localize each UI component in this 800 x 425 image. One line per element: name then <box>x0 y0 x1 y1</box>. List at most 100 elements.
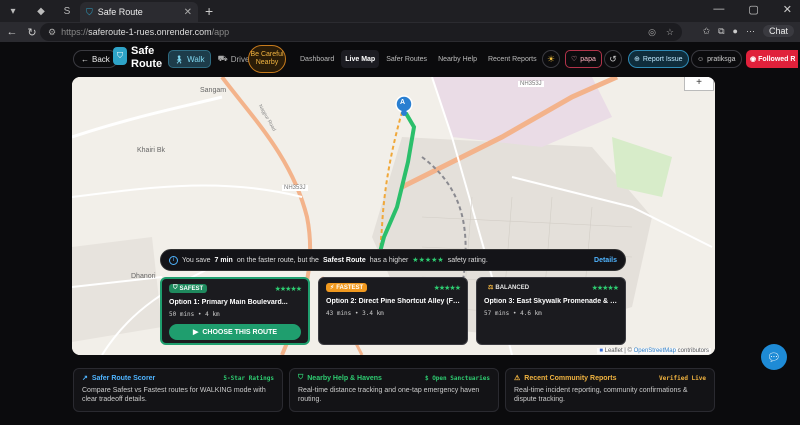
attribution-suffix: contributors <box>675 348 709 354</box>
url-scheme: https:// <box>61 27 89 37</box>
tab-title: Safe Route <box>97 7 143 17</box>
feature-title: Safer Route Scorer <box>91 374 156 382</box>
walk-icon: 🚶︎ <box>174 54 185 64</box>
arrow-left-icon: ← <box>81 54 89 64</box>
pinned-tab-icon[interactable]: ◆ <box>32 2 50 20</box>
map-marker-a[interactable]: A <box>400 99 405 106</box>
shield-logo-icon: ⛉ <box>113 47 127 65</box>
info-pre: You save <box>182 256 211 264</box>
info-icon: i <box>169 255 178 265</box>
balanced-badge: ⚖ BALANCED <box>484 283 533 292</box>
leaflet-flag-icon: ■ <box>599 348 603 354</box>
brand-line1: Safe <box>131 45 155 57</box>
map-label-nh353j-mid: NH353J <box>282 185 308 191</box>
bolt-icon: ⚡︎ <box>330 285 335 291</box>
safest-badge: ⛉ SAFEST <box>169 284 208 293</box>
route-meta: 43 mins • 3.4 km <box>326 310 384 317</box>
map-label-nh353j-top: NH353J <box>518 81 544 87</box>
shield-check-icon: ⛉ <box>173 285 178 291</box>
history-icon[interactable]: ↺ <box>604 50 622 68</box>
active-browser-tab[interactable]: ⛉ Safe Route ✕ <box>80 2 198 22</box>
app-header: ← Back ⛉ Safe Route 🚶︎ Walk ⛟ Drive Be Caref… <box>0 42 800 76</box>
be-careful-nearby-button[interactable]: Be Careful Nearby <box>248 45 286 73</box>
tab-nearby-help[interactable]: Nearby Help <box>434 50 481 68</box>
feature-tag: 5-Star Ratings <box>223 374 274 382</box>
minimize-icon[interactable]: — <box>713 3 724 16</box>
tab-list-icon[interactable]: ▾ <box>4 2 22 20</box>
route-card-balanced[interactable]: ⚖ BALANCED ★★★★★ Option 3: East Skywalk P… <box>476 277 626 345</box>
info-mid: on the faster route, but the <box>236 256 319 264</box>
route-card-safest[interactable]: ⛉ SAFEST ★★★★★ Option 1: Primary Main Bou… <box>160 277 310 345</box>
feature-tag: Verified Live <box>659 374 706 382</box>
url-host: saferoute-1-rues.onrender.com <box>88 27 212 37</box>
extensions-icon[interactable]: ⧉ <box>718 26 724 37</box>
back-label: Back <box>92 54 110 64</box>
heart-icon: ♡ <box>571 56 578 63</box>
mode-walk-label: Walk <box>187 54 205 64</box>
mode-walk-button[interactable]: 🚶︎ Walk <box>168 50 211 68</box>
rating-stars: ★★★★★ <box>591 284 619 292</box>
tab-safer-routes[interactable]: Safer Routes <box>382 50 431 68</box>
feature-desc: Real-time distance tracking and one-tap … <box>298 387 480 403</box>
reload-icon[interactable]: ↻ <box>24 26 40 39</box>
fastest-badge: ⚡︎ FASTEST <box>326 283 368 292</box>
feature-desc: Real-time incident reporting, community … <box>514 387 688 403</box>
feature-nearby-help: ⛉ Nearby Help & Havens $ Open Sanctuaries … <box>289 368 499 412</box>
feature-safer-route-scorer: ↗ Safer Route Scorer 5-Star Ratings Compar… <box>73 368 283 412</box>
report-issue-button[interactable]: ⊕ Report Issue <box>628 50 689 68</box>
maximize-icon[interactable]: ▢ <box>748 3 758 16</box>
star-icon[interactable]: ☆ <box>666 27 674 38</box>
badge-label: FASTEST <box>336 284 364 291</box>
copilot-chat-button[interactable]: Chat <box>762 25 794 37</box>
zoom-in-button[interactable]: + <box>684 77 714 91</box>
user-menu-button[interactable]: ☺ pratiksga <box>691 50 742 68</box>
mode-drive-label: Drive <box>230 54 250 64</box>
tab-dashboard[interactable]: Dashboard <box>296 50 338 68</box>
tab-live-map[interactable]: Live Map <box>341 50 380 68</box>
tab-recent-reports[interactable]: Recent Reports <box>484 50 541 68</box>
theme-toggle-sun-icon[interactable]: ☀ <box>542 50 560 68</box>
route-icon: ↗ <box>82 375 88 382</box>
menu-dots-icon[interactable]: ⋯ <box>746 26 755 37</box>
route-card-fastest[interactable]: ⚡︎ FASTEST ★★★★★ Option 2: Direct Pine Sh… <box>318 277 468 345</box>
close-window-icon[interactable]: ✕ <box>783 3 792 16</box>
feature-tag: $ Open Sanctuaries <box>424 374 490 382</box>
followed-button[interactable]: ◉ Followed R <box>746 50 798 68</box>
feature-title: Nearby Help & Havens <box>307 374 382 382</box>
choose-route-button[interactable]: ▶ CHOOSE THIS ROUTE <box>169 324 301 340</box>
favorites-icon[interactable]: ✩ <box>703 26 711 37</box>
live-map[interactable]: Sangam Khairi Bk Dhanori NH353J NH353J N… <box>72 77 715 355</box>
details-link[interactable]: Details <box>594 257 617 264</box>
chat-label: Chat <box>768 26 788 36</box>
chat-bubble-icon[interactable]: 💬︎ <box>761 344 787 370</box>
brand-line2: Route <box>131 58 163 70</box>
map-label-dhanori: Dhanori <box>131 273 156 280</box>
map-label-sangam: Sangam <box>200 87 227 94</box>
route-comparison-banner: i You save 7 min on the faster route, bu… <box>160 249 626 271</box>
info-minutes: 7 min <box>214 256 233 264</box>
pinned-tab-icon-2[interactable]: S <box>58 2 76 20</box>
rating-stars: ★★★★★ <box>274 285 302 293</box>
back-button[interactable]: ← Back <box>73 50 118 68</box>
osm-link[interactable]: OpenStreetMap <box>634 348 676 354</box>
shield-icon: ⛉ <box>86 6 93 17</box>
new-tab-icon[interactable]: + <box>205 3 213 19</box>
location-icon[interactable]: ◎ <box>648 27 656 38</box>
close-tab-icon[interactable]: ✕ <box>184 7 192 18</box>
feature-title: Recent Community Reports <box>524 374 617 382</box>
choose-label: CHOOSE THIS ROUTE <box>202 328 278 336</box>
travel-mode-toggle: 🚶︎ Walk ⛟ Drive <box>168 50 254 68</box>
feature-desc: Compare Safest vs Fastest routes for WAL… <box>82 387 266 403</box>
emergency-contact-button[interactable]: ♡ papa <box>565 50 602 68</box>
profile-icon[interactable]: ● <box>733 26 738 36</box>
badge-label: BALANCED <box>495 284 530 291</box>
location-pin-icon: ◉ <box>750 56 757 63</box>
tune-icon: ⚙ <box>48 26 57 37</box>
route-title: Option 3: East Skywalk Promenade & Polic… <box>484 298 618 305</box>
back-arrow-icon[interactable]: ← <box>4 26 20 38</box>
address-bar[interactable]: ⚙ https:// saferoute-1-rues.onrender.com… <box>40 23 682 41</box>
attribution-prefix: Leaflet | © <box>604 348 634 354</box>
info-safest: Safest Route <box>322 256 366 264</box>
route-meta: 57 mins • 4.6 km <box>484 310 542 317</box>
url-path: /app <box>211 27 230 37</box>
